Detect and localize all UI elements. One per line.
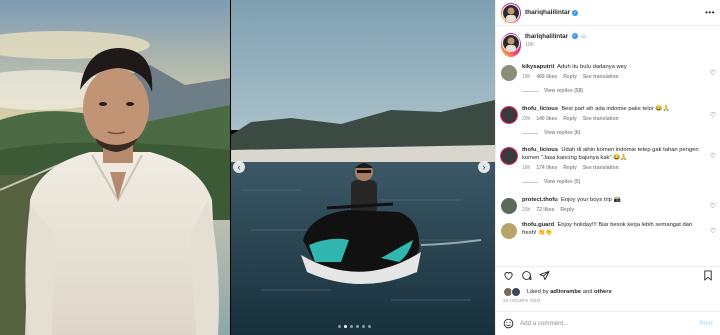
carousel-dot	[368, 325, 371, 328]
author-avatar[interactable]	[501, 33, 521, 57]
heart-icon[interactable]: ♡	[710, 202, 716, 210]
post-media[interactable]: ‹ ›	[0, 0, 495, 335]
carousel-dot-active	[344, 325, 347, 328]
comment-composer: Post	[496, 311, 720, 335]
comment-username[interactable]: protect.thofu	[522, 197, 558, 203]
post-caption: thariqhalilintar ✓ ☁️ 19h	[496, 27, 720, 57]
comment-likes[interactable]: 469 likes	[536, 74, 557, 80]
heart-icon[interactable]: ♡	[710, 69, 716, 77]
comment-time: 19h	[522, 74, 531, 80]
carousel-dot	[350, 325, 353, 328]
comment-username[interactable]: thofu.guard	[522, 222, 554, 228]
translate-button[interactable]: See translation	[583, 116, 619, 122]
heart-icon[interactable]: ♡	[710, 227, 716, 235]
comment-likes[interactable]: 140 likes	[536, 116, 557, 122]
post-button[interactable]: Post	[700, 320, 713, 327]
avatar[interactable]	[501, 65, 517, 81]
carousel-dot	[356, 325, 359, 328]
reply-button[interactable]: Reply	[563, 74, 577, 80]
author-username[interactable]: thariqhalilintar	[525, 9, 570, 16]
post-timestamp: 20 HOURS AGO	[503, 298, 541, 303]
avatar[interactable]	[501, 198, 517, 214]
comment-time: 20h	[522, 207, 531, 213]
list-item: thofu.guard Enjoy holiday!!! Biar besok …	[496, 221, 720, 239]
reply-button[interactable]: Reply	[563, 116, 577, 122]
verified-icon: ✓	[571, 33, 578, 40]
emoji-icon[interactable]	[503, 318, 514, 329]
comment-text: Best part sih ada indomie pake telor 😂🙏	[561, 106, 670, 112]
verified-icon: ✓	[572, 9, 579, 16]
likes-summary: Liked by adlinrambe and others	[503, 287, 612, 297]
liked-by-user[interactable]: adlinrambe	[550, 289, 581, 295]
post-panel: thariqhalilintar ✓ ••• thariqhalilintar …	[495, 0, 720, 335]
list-item: thofu_licious Udah di aihin komen indomi…	[496, 146, 720, 185]
caption-username[interactable]: thariqhalilintar	[525, 33, 568, 40]
more-icon[interactable]: •••	[705, 8, 715, 17]
avatar[interactable]	[501, 223, 517, 239]
view-replies-label: View replies (58)	[544, 88, 584, 94]
chevron-left-icon[interactable]: ‹	[233, 161, 245, 173]
comment-likes[interactable]: 174 likes	[536, 165, 557, 171]
comment-text: Aduh itu bulu dadanya wey	[557, 64, 627, 70]
carousel-indicator	[338, 325, 371, 328]
view-replies-button[interactable]: View replies (5)	[522, 179, 707, 185]
view-replies-label: View replies (6)	[544, 130, 581, 136]
photo-portrait	[0, 0, 230, 335]
comment-time: 19h	[522, 165, 531, 171]
comment-username[interactable]: thofu_licious	[522, 106, 558, 112]
author-avatar[interactable]	[501, 2, 521, 23]
translate-button[interactable]: See translation	[583, 74, 619, 80]
share-icon[interactable]	[539, 270, 550, 281]
comment-text: Enjoy your boys trip 📸	[560, 197, 621, 203]
bookmark-icon[interactable]	[703, 270, 713, 281]
avatar[interactable]	[501, 107, 517, 123]
comments-list[interactable]: thariqhalilintar ✓ ☁️ 19h kikysaputrii A…	[496, 27, 720, 263]
caption-time: 19h	[525, 42, 534, 48]
heart-icon[interactable]: ♡	[710, 152, 716, 160]
comment-username[interactable]: kikysaputrii	[522, 64, 554, 70]
comment-likes[interactable]: 72 likes	[536, 207, 554, 213]
heart-icon[interactable]: ♡	[710, 111, 716, 119]
comment-input[interactable]	[520, 320, 700, 327]
chevron-right-icon[interactable]: ›	[478, 161, 490, 173]
liked-by-suffix: and	[581, 289, 595, 295]
view-replies-label: View replies (5)	[544, 179, 581, 185]
carousel-dot	[338, 325, 341, 328]
carousel-dot	[362, 325, 365, 328]
list-item: kikysaputrii Aduh itu bulu dadanya wey 1…	[496, 63, 720, 94]
photo-jetski	[231, 0, 495, 335]
list-item: thofu_licious Best part sih ada indomie …	[496, 105, 720, 136]
view-replies-button[interactable]: View replies (6)	[522, 130, 707, 136]
view-replies-button[interactable]: View replies (58)	[522, 88, 707, 94]
liker-avatars	[503, 287, 523, 297]
comment-time: 20h	[522, 116, 531, 122]
comment-username[interactable]: thofu_licious	[522, 147, 558, 153]
caption-text: ☁️	[579, 33, 588, 40]
heart-icon[interactable]	[503, 270, 514, 281]
reply-button[interactable]: Reply	[563, 165, 577, 171]
post-header: thariqhalilintar ✓ •••	[496, 0, 720, 26]
list-item: protect.thofu Enjoy your boys trip 📸 20h…	[496, 196, 720, 214]
avatar[interactable]	[501, 148, 517, 164]
reply-button[interactable]: Reply	[560, 207, 574, 213]
liked-by-others[interactable]: others	[594, 289, 612, 295]
liked-by-prefix: Liked by	[527, 289, 551, 295]
action-bar	[496, 266, 720, 284]
translate-button[interactable]: See translation	[583, 165, 619, 171]
comment-icon[interactable]	[521, 270, 532, 281]
